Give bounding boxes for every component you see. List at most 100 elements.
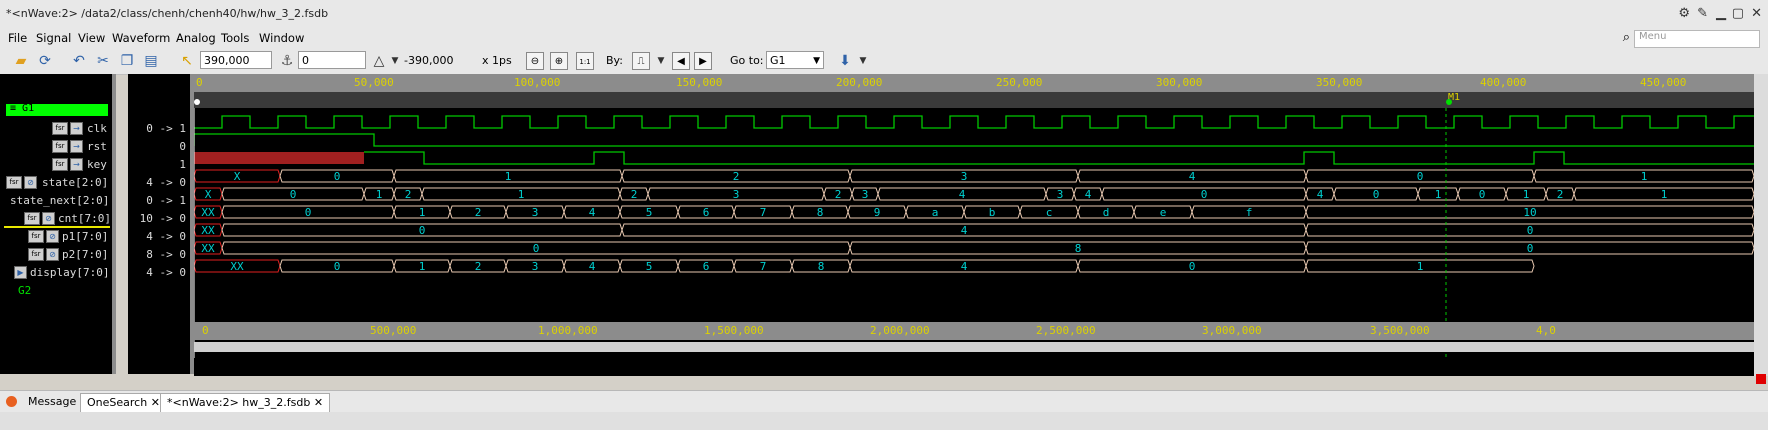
by-dropdown-icon[interactable]: ▼: [652, 52, 670, 70]
search-by-icon[interactable]: ⎍: [632, 52, 650, 70]
search-forward-icon[interactable]: ▶: [694, 52, 712, 70]
ruler-tick-label: 4,0: [1536, 324, 1556, 337]
cut-icon[interactable]: ✂: [94, 52, 112, 70]
time-ruler-top[interactable]: 0 50,000 100,000 150,000 200,000 250,000…: [194, 74, 1754, 92]
signal-p2[interactable]: p2[7:0]: [62, 248, 108, 261]
p1-value-label: 0: [419, 224, 426, 237]
marker-row[interactable]: M1: [194, 92, 1754, 108]
state_next-value-label: 3: [733, 188, 740, 201]
toolbar: ▰ ⟳ ↶ ✂ ❐ ▤ ↖ 390,000 ⚓ 0 △ ▼ -390,000 x…: [0, 48, 1768, 75]
maximize-icon[interactable]: ▢: [1732, 6, 1744, 21]
close-icon[interactable]: ✕: [1751, 6, 1762, 21]
group-row-g2[interactable]: G2: [18, 284, 31, 297]
state_next-value-label: X: [205, 188, 212, 201]
reload-icon[interactable]: ⟳: [36, 52, 54, 70]
horizontal-scrollbar[interactable]: [194, 342, 1754, 352]
cnt-value-label: 3: [532, 206, 539, 219]
marker-time-field[interactable]: 0: [298, 51, 366, 69]
state_next-value-label: 0: [1373, 188, 1380, 201]
goto-label: Go to:: [730, 54, 764, 67]
undo-icon[interactable]: ↶: [70, 52, 88, 70]
display-value-label: XX: [230, 260, 244, 273]
state_next-value-label: 2: [1557, 188, 1564, 201]
display-value-label: 0: [1189, 260, 1196, 273]
signal-type-icon: fsr: [52, 122, 68, 135]
goto-select[interactable]: G1 ▼: [766, 51, 824, 69]
signal-direction-icon: →: [70, 122, 83, 135]
minimize-icon[interactable]: ▁: [1716, 6, 1726, 21]
chevron-down-icon[interactable]: ▼: [386, 52, 404, 70]
signal-name-panel: ≡ G1 fsr → clk fsr → rst fsr → key fsr ⊘ sta…: [0, 74, 116, 374]
signal-p1[interactable]: p1[7:0]: [62, 230, 108, 243]
state-value-label: 1: [1641, 170, 1648, 183]
menu-view[interactable]: View: [78, 31, 105, 45]
cursor-time-field[interactable]: 390,000: [200, 51, 272, 69]
value-state-next: 0 -> 1: [146, 194, 186, 207]
settings-icon[interactable]: ⚙: [1678, 6, 1690, 21]
menu-waveform[interactable]: Waveform: [112, 31, 170, 45]
signal-reg-icon: ⊘: [46, 248, 59, 261]
p1-value-label: 0: [1527, 224, 1534, 237]
signal-key[interactable]: key: [87, 158, 107, 171]
ruler-tick-label: 250,000: [996, 76, 1043, 89]
download-dropdown-icon[interactable]: ▼: [854, 52, 872, 70]
menu-search-input[interactable]: Menu: [1634, 30, 1760, 48]
display-value-label: 1: [419, 260, 426, 273]
signal-type-icon: fsr: [6, 176, 22, 189]
zoom-out-icon[interactable]: ⊖: [526, 52, 544, 70]
tab-message[interactable]: Message: [22, 393, 82, 411]
time-ruler-bottom[interactable]: 0 500,000 1,000,000 1,500,000 2,000,000 …: [194, 322, 1754, 340]
paste-icon[interactable]: ▤: [142, 52, 160, 70]
copy-icon[interactable]: ❐: [118, 52, 136, 70]
close-icon[interactable]: ✕: [151, 396, 160, 409]
state_next-value-label: 2: [835, 188, 842, 201]
ruler-tick-label: 1,000,000: [538, 324, 598, 337]
vertical-scrollbar[interactable]: [1754, 74, 1768, 384]
cursor-icon[interactable]: ↖: [178, 52, 196, 70]
p1-value-label: XX: [201, 224, 215, 237]
title-bar: *<nWave:2> /data2/class/chenh/chenh40/hw…: [0, 0, 1768, 29]
search-backward-icon[interactable]: ◀: [672, 52, 690, 70]
menu-file[interactable]: File: [8, 31, 27, 45]
menu-window[interactable]: Window: [259, 31, 304, 45]
marker-handle[interactable]: [1446, 99, 1452, 105]
menu-tools[interactable]: Tools: [221, 31, 249, 45]
signal-state-next[interactable]: state_next[2:0]: [10, 194, 109, 207]
group-row-g1[interactable]: ≡ G1: [6, 103, 108, 116]
cnt-value-label: a: [932, 206, 939, 219]
waveform-canvas[interactable]: X 0 1 2 3 4 0 1X 0 1 2 1 2 3 2 3 4 3 4 0 4 0 1 0 1 2 1XX 0 1 2 3 4 5 6 7 8 9…: [194, 108, 1754, 358]
download-icon[interactable]: ⬇: [836, 52, 854, 70]
signal-clk[interactable]: clk: [87, 122, 107, 135]
cursor-handle[interactable]: [194, 99, 200, 105]
waveform-panel[interactable]: 0 50,000 100,000 150,000 200,000 250,000…: [194, 74, 1754, 376]
signal-rst[interactable]: rst: [87, 140, 107, 153]
zoom-fit-icon[interactable]: 1:1: [576, 52, 594, 70]
signal-display[interactable]: display[7:0]: [30, 266, 109, 279]
state_next-value-label: 1: [518, 188, 525, 201]
p2-value-label: XX: [201, 242, 215, 255]
cnt-value-label: 6: [703, 206, 710, 219]
open-folder-icon[interactable]: ▰: [12, 52, 30, 70]
cnt-value-label: b: [989, 206, 996, 219]
tab-onesearch[interactable]: OneSearch ✕: [80, 393, 167, 413]
display-value-label: 8: [818, 260, 825, 273]
pin-icon[interactable]: ✎: [1697, 6, 1708, 21]
delta-value: -390,000: [404, 54, 454, 67]
ruler-tick-label: 200,000: [836, 76, 883, 89]
signal-cnt[interactable]: cnt[7:0]: [58, 212, 111, 225]
marker-icon[interactable]: ⚓: [278, 52, 296, 70]
menu-signal[interactable]: Signal: [36, 31, 71, 45]
scroll-indicator: [1756, 374, 1766, 384]
close-icon[interactable]: ✕: [314, 396, 323, 409]
value-rst: 0: [179, 140, 186, 153]
signal-state[interactable]: state[2:0]: [42, 176, 108, 189]
cnt-value-label: c: [1046, 206, 1053, 219]
display-value-label: 5: [646, 260, 653, 273]
zoom-in-icon[interactable]: ⊕: [550, 52, 568, 70]
menu-bar: File Signal View Waveform Analog Tools W…: [0, 28, 1768, 48]
menu-analog[interactable]: Analog: [176, 31, 216, 45]
display-value-label: 6: [703, 260, 710, 273]
ruler-tick-label: 450,000: [1640, 76, 1687, 89]
ruler-tick-label: 2,500,000: [1036, 324, 1096, 337]
tab-nwave[interactable]: *<nWave:2> hw_3_2.fsdb ✕: [160, 393, 331, 413]
